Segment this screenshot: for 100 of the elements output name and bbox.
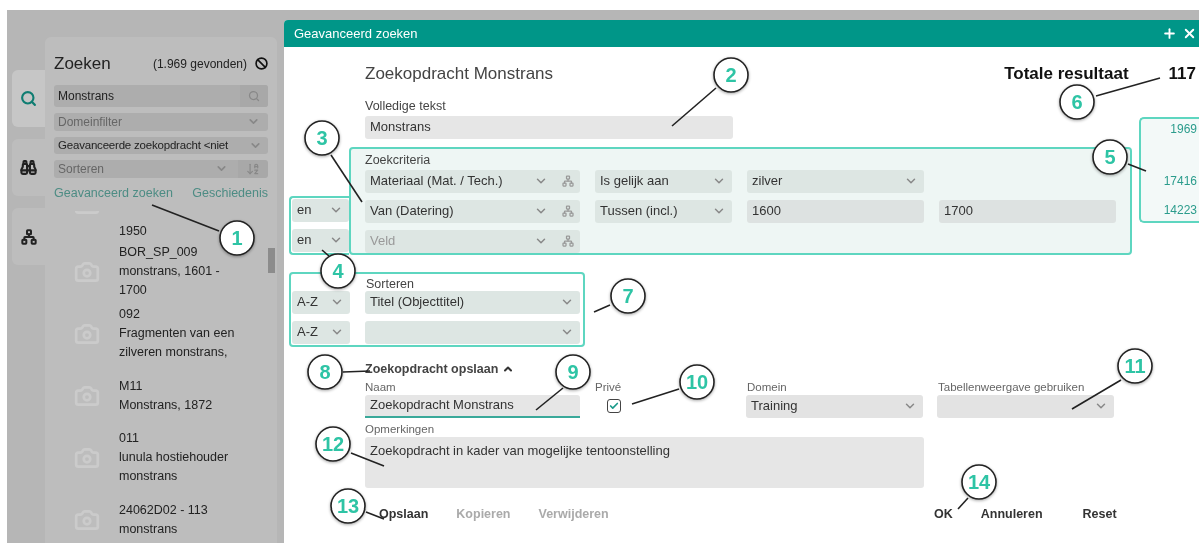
sidebar-tab[interactable]	[12, 139, 45, 196]
result-count: (1.969 gevonden)	[152, 55, 247, 73]
result-text: 1700	[119, 282, 148, 299]
scrollbar-thumb[interactable]	[268, 248, 275, 273]
dropdown-field[interactable]: en	[292, 228, 349, 252]
field-value: Titel (Objecttitel)	[370, 293, 466, 312]
callout-number: 3	[304, 120, 340, 156]
field-label: Privé	[595, 380, 622, 393]
dropdown-field[interactable]: zilver	[747, 169, 924, 193]
panel-title: Zoeken	[54, 53, 112, 75]
dropdown-field[interactable]: Geavanceerde zoekopdracht <niet	[54, 136, 268, 154]
result-text: Monstrans, 1872	[119, 396, 213, 414]
result-text: BOR_SP_009	[119, 244, 199, 261]
result-text: 011	[119, 430, 140, 447]
callout-number: 4	[320, 253, 356, 289]
text-button[interactable]: Reset	[1082, 505, 1117, 522]
close-icon[interactable]	[1182, 26, 1197, 41]
total-label: Totale resultaat	[1004, 63, 1129, 85]
result-text: zilveren monstrans,	[119, 344, 229, 361]
field-value: Materiaal (Mat. / Tech.)	[370, 172, 504, 191]
callout-number: 14	[961, 464, 997, 500]
dropdown-field[interactable]: en	[292, 198, 349, 222]
field-value: Van (Datering)	[370, 202, 455, 221]
field-value: Geavanceerde zoekopdracht <niet	[58, 137, 229, 153]
field-label: Volledige tekst	[365, 98, 446, 114]
field-placeholder: Veld	[370, 232, 397, 251]
text-button[interactable]: OK	[934, 505, 953, 522]
leader-line	[957, 497, 969, 510]
callout-number: 10	[679, 364, 715, 400]
field-value: en	[297, 201, 313, 220]
dropdown-field[interactable]: Van (Datering)	[365, 199, 580, 223]
result-text: monstrans	[119, 520, 179, 538]
result-text: 092	[119, 306, 141, 323]
dropdown-field[interactable]: Materiaal (Mat. / Tech.)	[365, 169, 580, 193]
callout-number: 7	[610, 278, 646, 314]
field-value: en	[297, 231, 313, 250]
dropdown-field[interactable]: Titel (Objecttitel)	[365, 290, 580, 314]
dropdown-field[interactable]: Tussen (incl.)	[595, 199, 732, 223]
leader-line	[631, 388, 680, 405]
checkbox[interactable]	[607, 399, 621, 413]
result-text: 24062D02 - 113	[119, 501, 208, 519]
text-button[interactable]: Annuleren	[980, 505, 1043, 522]
dropdown-field[interactable]: A-Z	[292, 290, 350, 314]
callout-number: 9	[555, 354, 591, 390]
field-label: Naam	[365, 380, 396, 393]
sidebar-tab[interactable]	[12, 208, 45, 265]
remarks-field[interactable]: Zoekopdracht in kader van mogelijke tentoonstelling	[365, 436, 924, 488]
field-value: Training	[751, 397, 799, 416]
input-field[interactable]: Monstrans	[365, 115, 733, 139]
callout-number: 2	[713, 57, 749, 93]
check-icon	[609, 401, 619, 411]
field-value: Monstrans	[58, 87, 116, 105]
callout-number: 1	[219, 220, 255, 256]
callout-number: 13	[330, 488, 366, 524]
dialog-title: Geavanceerd zoeken	[294, 24, 419, 43]
search-field[interactable]: Monstrans	[54, 84, 268, 107]
leader-line	[330, 154, 363, 203]
result-text: monstrans	[119, 468, 179, 485]
leader-line	[151, 204, 220, 232]
leader-line	[593, 304, 611, 313]
callout-number: 6	[1059, 84, 1095, 120]
callout-number: 12	[315, 426, 351, 462]
total-value: 117	[1168, 63, 1196, 85]
sort-icon	[246, 161, 260, 176]
dropdown-field[interactable]: Training	[746, 394, 923, 418]
text-button[interactable]: Opslaan	[379, 505, 429, 522]
search-icon	[20, 90, 37, 107]
result-text: Fragmenten van een	[119, 325, 235, 342]
field-placeholder: Domeinfilter	[58, 113, 124, 131]
input-field[interactable]: Zoekopdracht Monstrans	[365, 394, 580, 418]
dropdown-field[interactable]: Is gelijk aan	[595, 169, 732, 193]
hierarchy-icon	[20, 228, 37, 245]
query-title: Zoekopdracht Monstrans	[365, 63, 554, 85]
leader-line	[1095, 77, 1161, 97]
section-label: Zoekcriteria	[365, 152, 431, 167]
result-text: lunula hostiehouder	[119, 449, 229, 466]
dropdown-field[interactable]: A-Z	[292, 320, 350, 344]
add-icon[interactable]	[1162, 26, 1177, 41]
dropdown-field[interactable]	[365, 320, 580, 344]
leader-line	[671, 87, 717, 127]
field-label: Domein	[747, 380, 787, 393]
field-value: zilver	[752, 172, 784, 191]
field-value: A-Z	[297, 323, 319, 342]
section-toggle[interactable]: Zoekopdracht opslaan	[365, 360, 499, 377]
result-count: 17416	[1163, 172, 1197, 190]
result-count: 1969	[1170, 120, 1197, 138]
input-field[interactable]: 1600	[747, 199, 924, 223]
hierarchy-icon	[562, 235, 574, 247]
result-text: monstrans, 1601 -	[119, 263, 220, 280]
clear-icon[interactable]	[255, 57, 268, 71]
callout-number: 11	[1117, 348, 1153, 384]
input-field[interactable]: 1700	[939, 199, 1116, 223]
dropdown-field[interactable]	[937, 394, 1114, 418]
leader-line	[535, 387, 564, 411]
hierarchy-icon	[562, 175, 574, 187]
sort-button[interactable]	[238, 159, 268, 178]
field-label: Opmerkingen	[365, 421, 435, 436]
field-label: Tabellenweergave gebruiken	[938, 379, 1085, 394]
field-value: A-Z	[297, 293, 319, 312]
result-count: 14223	[1163, 201, 1197, 219]
